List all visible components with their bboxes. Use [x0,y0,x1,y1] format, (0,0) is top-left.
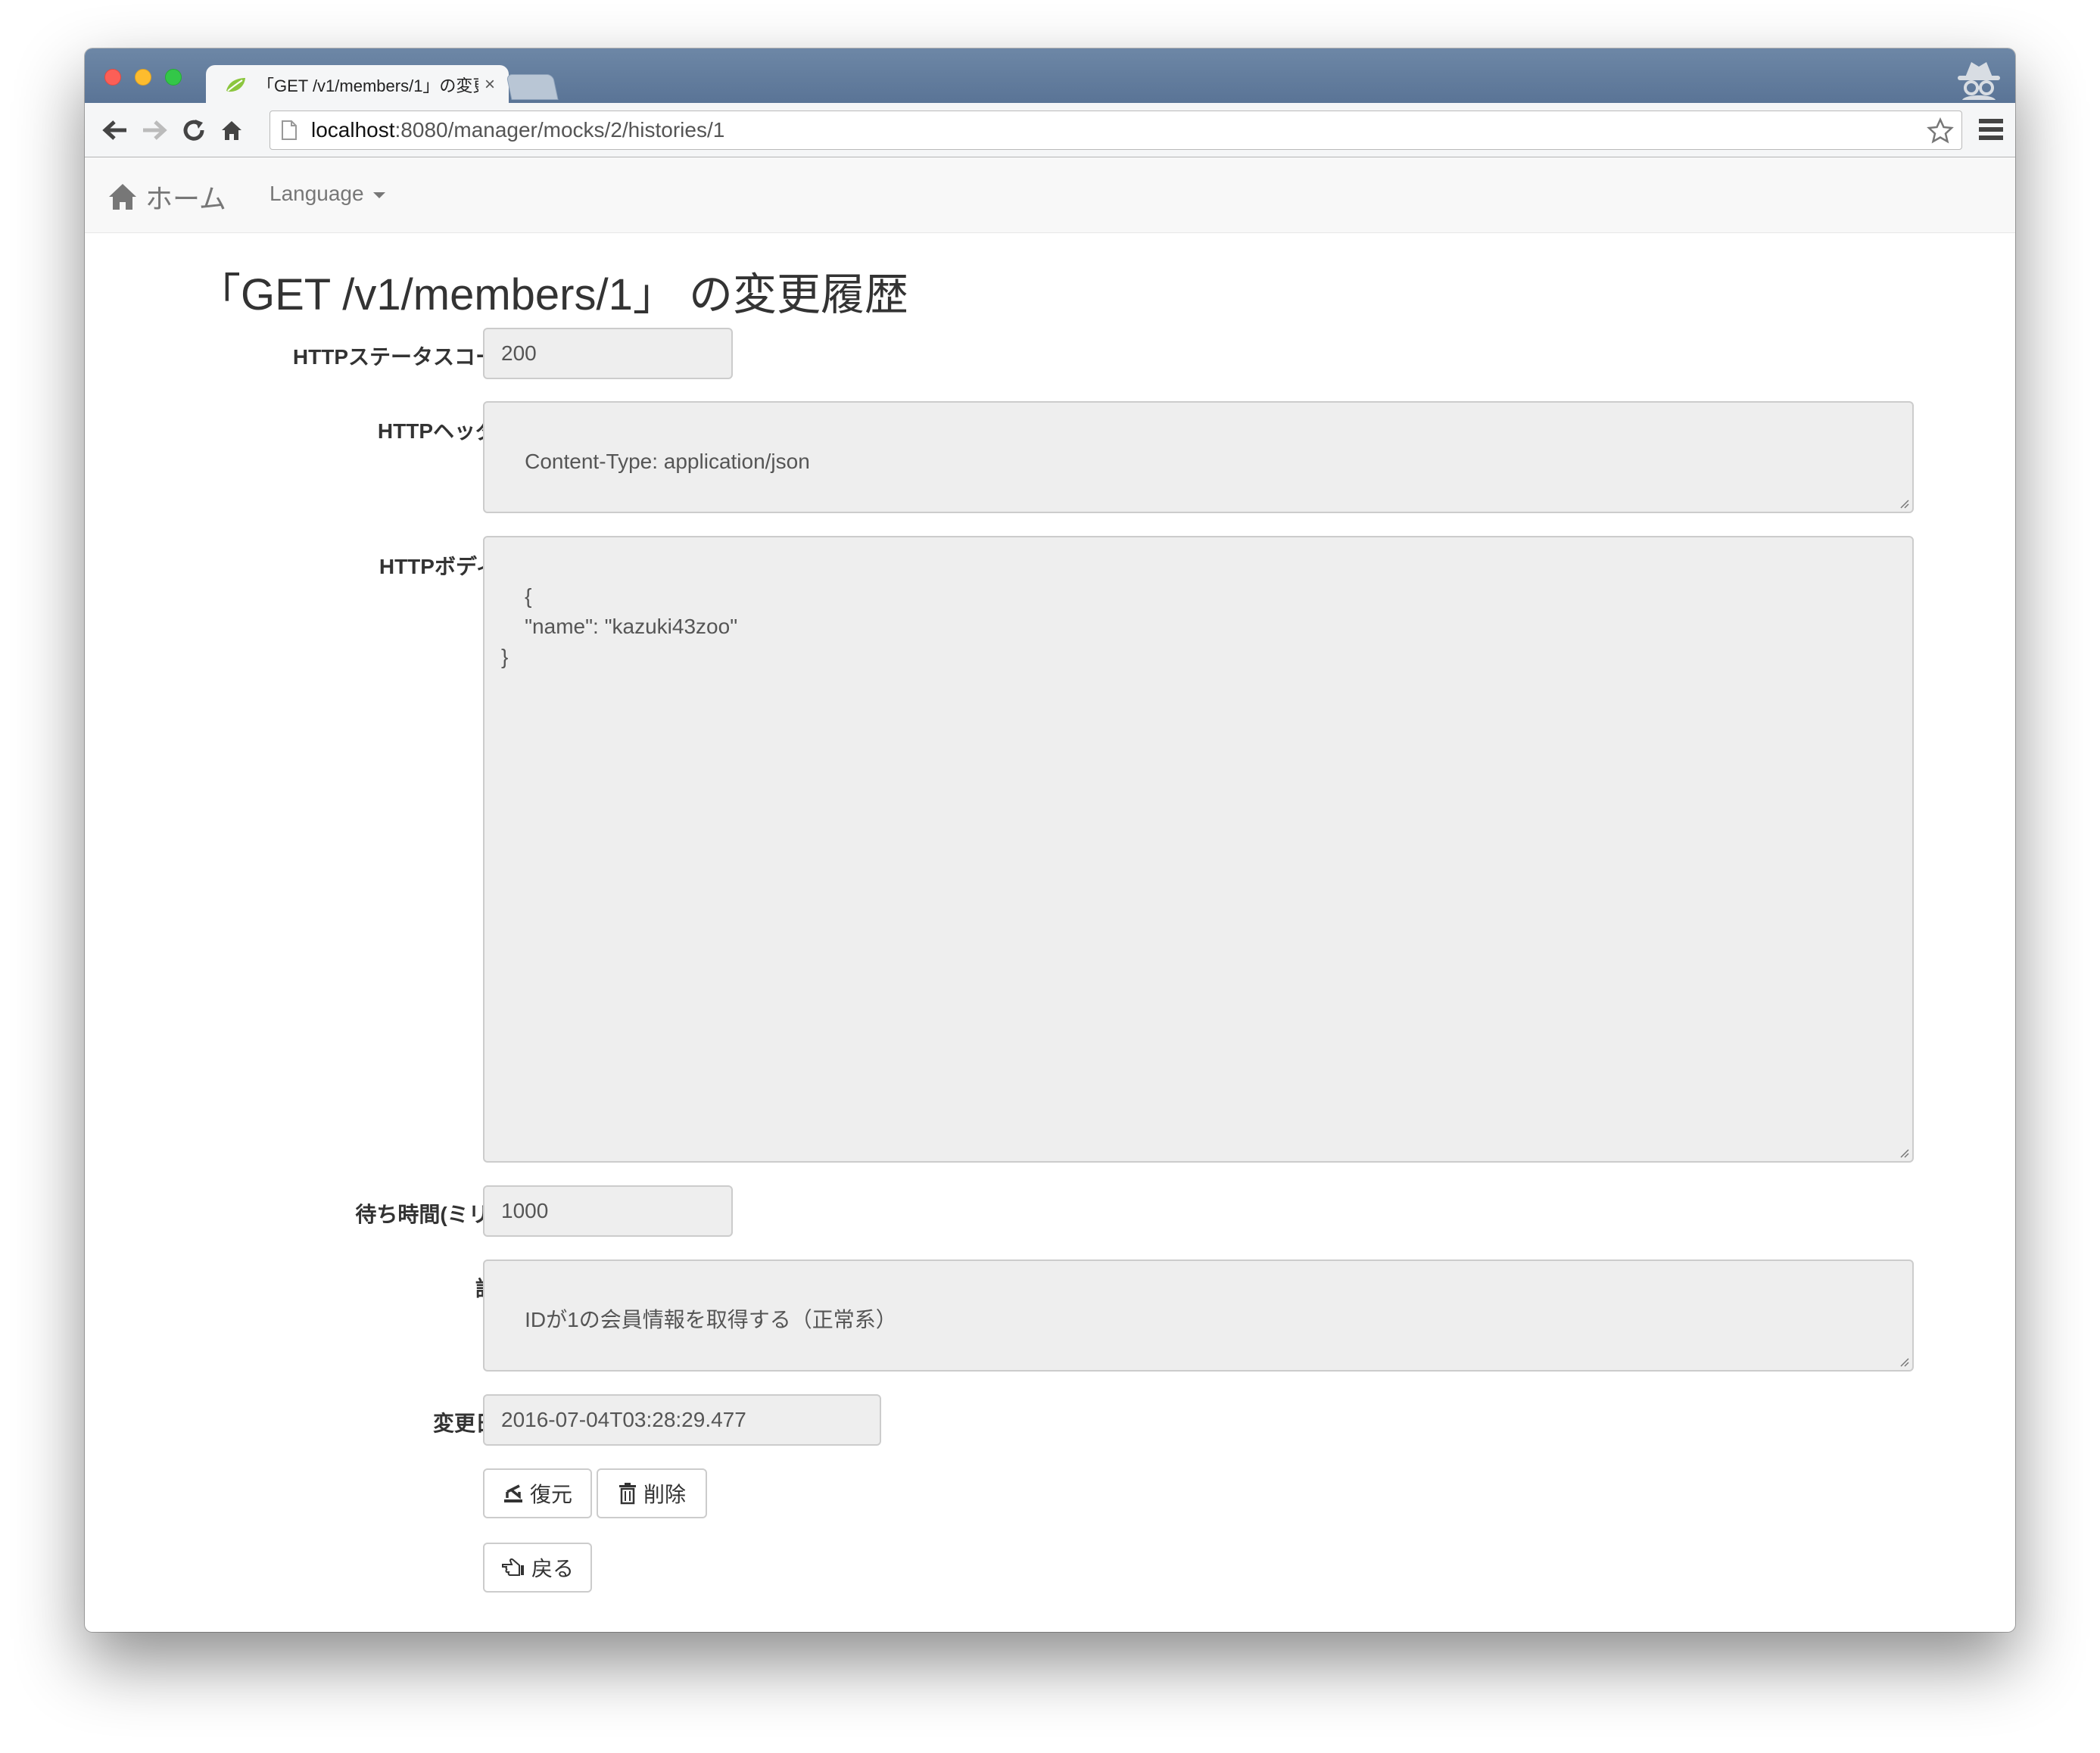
back-button[interactable]: 戻る [483,1543,592,1593]
restore-icon [503,1484,522,1502]
body-textarea[interactable]: { "name": "kazuki43zoo" } [483,536,1914,1163]
address-bar[interactable]: localhost:8080/manager/mocks/2/histories… [270,111,1962,150]
reload-icon[interactable] [177,114,210,147]
close-tab-icon[interactable]: × [484,74,495,95]
delete-label: 削除 [643,1483,686,1506]
spring-leaf-icon [226,78,245,92]
browser-tab[interactable]: 「GET /v1/members/1」の変更履歴 × [206,65,509,104]
minimize-window-button[interactable] [135,69,151,86]
page-title: 「GET /v1/members/1」 の変更履歴 [197,270,908,319]
forward-arrow-icon[interactable] [138,114,171,147]
url-host: localhost [311,118,395,142]
delete-button[interactable]: 削除 [597,1468,707,1518]
changed-at-field[interactable]: 2016-07-04T03:28:29.477 [483,1394,881,1446]
restore-label: 復元 [529,1483,572,1506]
bookmark-star-icon[interactable] [1927,117,1954,145]
description-value: IDが1の会員情報を取得する（正常系） [525,1308,897,1331]
browser-window: 「GET /v1/members/1」の変更履歴 × [85,48,2015,1632]
app-navbar: ホーム Language [85,157,2015,233]
restore-button[interactable]: 復元 [483,1468,592,1518]
close-window-button[interactable] [104,69,121,86]
back-label: 戻る [531,1557,574,1580]
caret-down-icon [372,192,385,198]
page-icon [282,120,297,140]
browser-toolbar: localhost:8080/manager/mocks/2/histories… [85,103,2015,157]
resize-handle-icon[interactable] [1899,1147,1909,1158]
url-path: :8080/manager/mocks/2/histories/1 [394,118,725,142]
tab-strip: 「GET /v1/members/1」の変更履歴 × [85,48,2015,104]
trash-icon [618,1483,636,1505]
back-arrow-icon[interactable] [98,114,132,147]
wait-time-field[interactable]: 1000 [483,1185,733,1237]
new-tab-button[interactable] [506,74,559,100]
language-label: Language [270,182,364,205]
hand-left-icon [501,1558,524,1576]
language-dropdown[interactable]: Language [270,182,385,206]
tab-title: 「GET /v1/members/1」の変更履歴 [257,76,478,95]
resize-handle-icon[interactable] [1899,1356,1909,1367]
home-link[interactable]: ホーム [107,177,226,216]
headers-textarea[interactable]: Content-Type: application/json [483,401,1914,513]
status-code-field[interactable]: 200 [483,328,733,379]
incognito-icon [1958,62,2000,100]
body-value: { "name": "kazuki43zoo" } [501,584,738,668]
resize-handle-icon[interactable] [1899,498,1909,509]
hamburger-menu-icon[interactable] [1977,117,2005,142]
headers-value: Content-Type: application/json [525,450,810,473]
home-icon [109,184,136,210]
maximize-window-button[interactable] [165,69,182,86]
brand-label: ホーム [145,183,226,214]
description-textarea[interactable]: IDが1の会員情報を取得する（正常系） [483,1259,1914,1372]
home-icon[interactable] [215,114,248,147]
